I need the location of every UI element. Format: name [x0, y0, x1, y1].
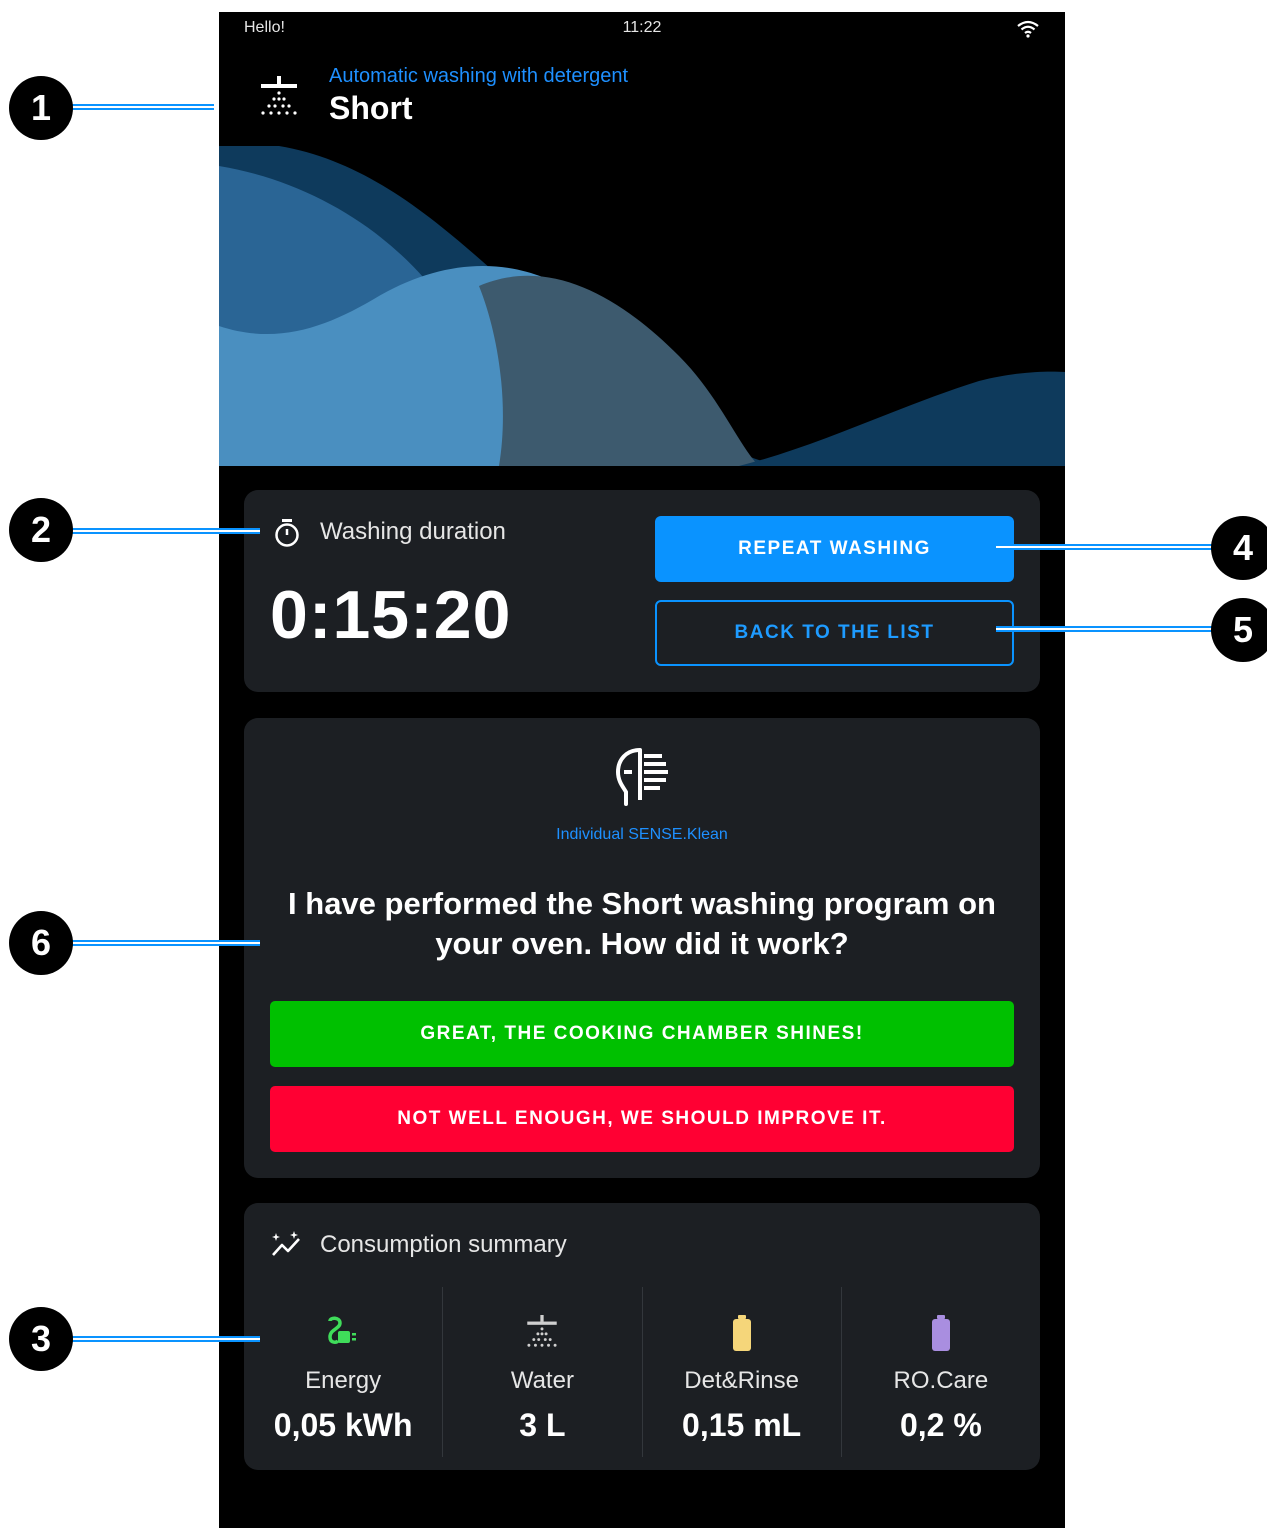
energy-plug-icon [244, 1315, 442, 1355]
sparkle-chart-icon [270, 1231, 302, 1264]
consumption-item-energy: Energy 0,05 kWh [244, 1287, 442, 1457]
sense-klean-label: Individual SENSE.Klean [556, 826, 728, 843]
program-title: Short [329, 90, 413, 126]
consumption-list: Energy 0,05 kWh Water 3 L Det&Rinse 0,15… [244, 1287, 1040, 1457]
consumption-value: 3 L [519, 1407, 566, 1443]
phone-screen: Hello! 11:22 Automatic washing with dete… [219, 12, 1065, 1528]
consumption-item-ro-care: RO.Care 0,2 % [840, 1287, 1040, 1457]
callout-line [60, 104, 214, 110]
consumption-name: Det&Rinse [684, 1367, 799, 1394]
consumption-item-det-rinse: Det&Rinse 0,15 mL [641, 1287, 841, 1457]
consumption-item-water: Water 3 L [442, 1287, 641, 1457]
rocare-battery-icon [842, 1315, 1040, 1355]
consumption-name: RO.Care [893, 1367, 989, 1394]
repeat-washing-button[interactable]: REPEAT WASHING [655, 516, 1014, 582]
great-result-button[interactable]: GREAT, THE COOKING CHAMBER SHINES! [270, 1001, 1014, 1067]
improve-result-button[interactable]: NOT WELL ENOUGH, WE SHOULD IMPROVE IT. [270, 1086, 1014, 1152]
feedback-question: I have performed the Short washing progr… [288, 886, 996, 961]
callout-line [60, 940, 260, 946]
callout-badge: 1 [9, 76, 73, 140]
consumption-name: Energy [305, 1367, 382, 1394]
consumption-title: Consumption summary [320, 1231, 567, 1258]
status-bar: Hello! 11:22 [219, 12, 1065, 46]
consumption-value: 0,15 mL [682, 1407, 802, 1443]
wifi-icon [1017, 20, 1039, 43]
sense-klean-icon [610, 744, 674, 815]
callout-badge: 2 [9, 498, 73, 562]
detergent-battery-icon [643, 1315, 841, 1355]
program-header: Automatic washing with detergent Short [219, 62, 1065, 142]
consumption-value: 0,05 kWh [273, 1407, 413, 1443]
wave-illustration [219, 146, 1065, 466]
water-shower-icon [443, 1315, 641, 1355]
callout-badge: 6 [9, 911, 73, 975]
feedback-card: Individual SENSE.Klean I have performed … [244, 718, 1040, 1178]
callout-badge: 5 [1211, 598, 1267, 662]
consumption-card: Consumption summary Energy 0,05 kWh Wate… [244, 1203, 1040, 1470]
consumption-name: Water [510, 1367, 574, 1394]
status-time: 11:22 [622, 19, 662, 36]
consumption-value: 0,2 % [899, 1407, 982, 1443]
duration-card: Washing duration 0:15:20 REPEAT WASHING … [244, 490, 1040, 692]
duration-value: 0:15:20 [270, 577, 512, 653]
callout-line [996, 544, 1216, 550]
callout-badge: 4 [1211, 516, 1267, 580]
callout-line [60, 1336, 260, 1342]
program-subtitle: Automatic washing with detergent [329, 65, 629, 87]
callout-line [996, 626, 1216, 632]
duration-label: Washing duration [320, 518, 506, 545]
back-to-list-button[interactable]: BACK TO THE LIST [655, 600, 1014, 666]
stopwatch-icon [272, 518, 302, 553]
callout-line [60, 528, 260, 534]
shower-icon [257, 76, 301, 125]
callout-badge: 3 [9, 1307, 73, 1371]
